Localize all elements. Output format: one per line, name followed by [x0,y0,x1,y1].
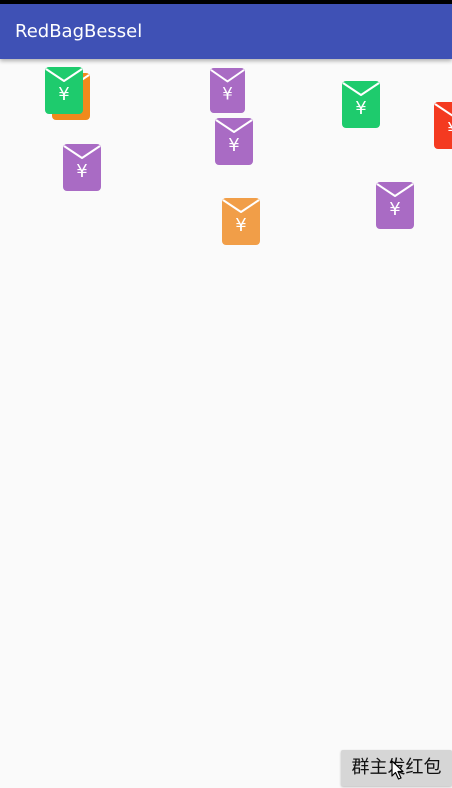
svg-text:¥: ¥ [447,119,452,140]
red-envelope-icon: ¥ [215,118,253,165]
red-envelope-icon: ¥ [222,198,260,245]
svg-text:¥: ¥ [222,83,233,103]
svg-text:¥: ¥ [228,135,239,156]
svg-text:¥: ¥ [235,215,246,236]
svg-text:¥: ¥ [355,98,366,119]
red-envelope-icon: ¥ [376,182,414,229]
svg-text:¥: ¥ [389,199,400,220]
red-envelope-canvas: ¥ ¥ ¥ ¥ ¥ ¥ ¥ ¥ ¥ [0,59,452,788]
mouse-pointer-icon [391,760,405,780]
svg-text:¥: ¥ [76,161,87,182]
red-envelope-icon: ¥ [434,102,452,149]
red-envelope-icon: ¥ [342,81,380,128]
red-envelope-icon: ¥ [45,67,83,114]
app-toolbar: RedBagBessel [0,4,452,59]
red-envelope-icon: ¥ [210,68,245,113]
app-title: RedBagBessel [15,21,143,42]
red-envelope-icon: ¥ [63,144,101,191]
svg-text:¥: ¥ [58,84,69,105]
